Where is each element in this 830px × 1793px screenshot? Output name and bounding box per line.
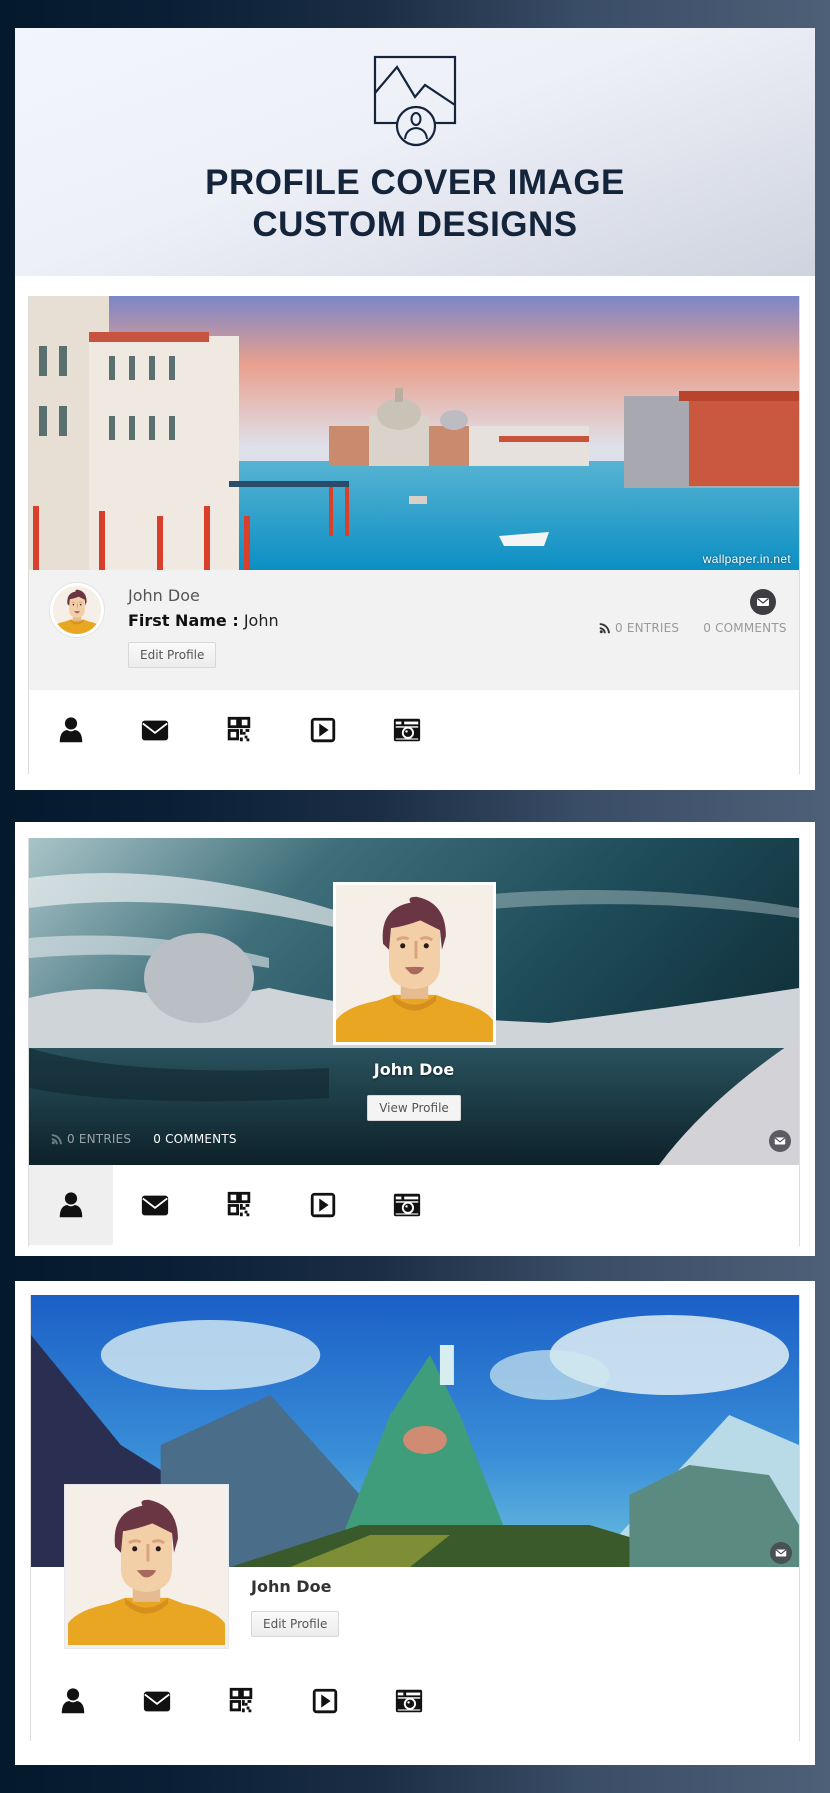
nav-qr-code[interactable] — [199, 1661, 283, 1741]
profile-nav — [29, 1165, 449, 1245]
video-play-icon — [308, 1190, 338, 1220]
view-profile-wrapper: View Profile — [29, 1095, 799, 1121]
user-icon — [56, 715, 86, 745]
qr-code-icon — [224, 715, 254, 745]
nav-profile[interactable] — [31, 1661, 115, 1741]
profile-card-1: wallpaper.in.net John Doe First Name : J… — [28, 296, 800, 774]
nav-videos[interactable] — [281, 1165, 365, 1245]
cover-image: wallpaper.in.net — [29, 296, 799, 570]
comments-count[interactable]: 0 COMMENTS — [153, 1132, 237, 1146]
message-button[interactable] — [750, 589, 776, 615]
nav-profile[interactable] — [29, 1165, 113, 1245]
cover-watermark: wallpaper.in.net — [702, 552, 791, 566]
nav-qr-code[interactable] — [197, 690, 281, 770]
nav-qr-code[interactable] — [197, 1165, 281, 1245]
camera-icon — [392, 1190, 422, 1220]
user-name: John Doe — [251, 1577, 332, 1596]
edit-profile-button[interactable]: Edit Profile — [128, 642, 217, 668]
stats: 0 ENTRIES 0 COMMENTS — [599, 621, 787, 635]
view-profile-button[interactable]: View Profile — [367, 1095, 461, 1121]
user-name: John Doe — [128, 586, 200, 605]
nav-photos[interactable] — [365, 690, 449, 770]
avatar[interactable] — [65, 1485, 228, 1648]
page-title-line-1: PROFILE COVER IMAGE — [205, 163, 625, 202]
stats: 0 ENTRIES 0 COMMENTS — [51, 1132, 237, 1146]
entries-count[interactable]: 0 ENTRIES — [615, 621, 679, 635]
nav-messages[interactable] — [115, 1661, 199, 1741]
message-button[interactable] — [769, 1130, 791, 1152]
profile-info-band: John Doe First Name : John Edit Profile … — [29, 570, 799, 690]
first-name-field: First Name : John — [128, 611, 279, 630]
nav-profile[interactable] — [29, 690, 113, 770]
nav-photos[interactable] — [365, 1165, 449, 1245]
video-play-icon — [308, 715, 338, 745]
user-icon — [56, 1190, 86, 1220]
header-panel: PROFILE COVER IMAGE CUSTOM DESIGNS — [15, 28, 815, 276]
envelope-icon — [140, 715, 170, 745]
envelope-icon — [774, 1546, 788, 1560]
entries-count[interactable]: 0 ENTRIES — [67, 1132, 131, 1146]
design-3-panel: John Doe Edit Profile — [15, 1281, 815, 1765]
profile-card-3: John Doe Edit Profile — [30, 1295, 800, 1741]
design-2-panel: John Doe View Profile 0 ENTRIES 0 COMMEN… — [15, 822, 815, 1256]
edit-profile-button[interactable]: Edit Profile — [251, 1611, 340, 1637]
user-icon — [58, 1686, 88, 1716]
nav-messages[interactable] — [113, 1165, 197, 1245]
envelope-icon — [755, 594, 771, 610]
avatar[interactable] — [50, 583, 104, 637]
field-value: John — [243, 611, 279, 630]
message-button[interactable] — [770, 1542, 792, 1564]
rss-icon — [51, 1133, 63, 1145]
camera-icon — [394, 1686, 424, 1716]
comments-count[interactable]: 0 COMMENTS — [703, 621, 787, 635]
qr-code-icon — [226, 1686, 256, 1716]
envelope-icon — [142, 1686, 172, 1716]
avatar[interactable] — [333, 882, 496, 1045]
envelope-icon — [773, 1134, 787, 1148]
nav-messages[interactable] — [113, 690, 197, 770]
profile-card-2: John Doe View Profile 0 ENTRIES 0 COMMEN… — [28, 838, 800, 1246]
rss-icon — [599, 622, 611, 634]
user-name: John Doe — [373, 1060, 455, 1079]
nav-videos[interactable] — [281, 690, 365, 770]
page-title-line-2: CUSTOM DESIGNS — [252, 205, 578, 244]
field-label: First Name : — [128, 611, 239, 630]
profile-cover-image-icon — [373, 55, 457, 147]
design-1-panel: wallpaper.in.net John Doe First Name : J… — [15, 276, 815, 790]
camera-icon — [392, 715, 422, 745]
profile-nav — [29, 690, 449, 770]
video-play-icon — [310, 1686, 340, 1716]
envelope-icon — [140, 1190, 170, 1220]
qr-code-icon — [224, 1190, 254, 1220]
nav-videos[interactable] — [283, 1661, 367, 1741]
profile-nav — [31, 1661, 451, 1741]
nav-photos[interactable] — [367, 1661, 451, 1741]
